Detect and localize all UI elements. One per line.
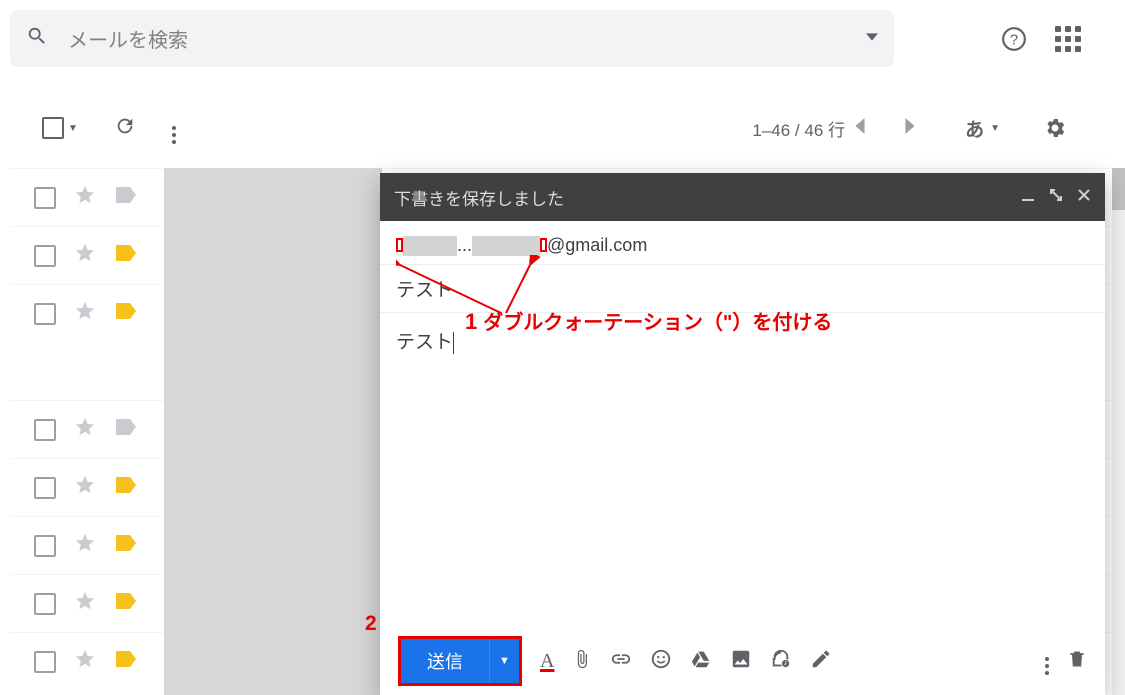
compose-title: 下書きを保存しました <box>394 185 564 210</box>
importance-icon[interactable] <box>114 648 138 675</box>
send-button[interactable]: 送信 <box>401 639 489 683</box>
attach-icon[interactable] <box>572 649 592 674</box>
minimize-icon[interactable] <box>1021 187 1035 207</box>
annotation-2: 2 <box>365 612 377 636</box>
pagination-label: 1–46 / 46 行 <box>752 100 845 156</box>
select-all-dropdown-icon[interactable]: ▼ <box>68 123 78 134</box>
row-checkbox[interactable] <box>34 593 56 615</box>
redacted-local-2 <box>472 236 540 256</box>
to-separator: ... <box>457 235 472 256</box>
compose-header[interactable]: 下書きを保存しました <box>380 173 1105 221</box>
row-checkbox[interactable] <box>34 187 56 209</box>
prev-page-icon[interactable] <box>855 118 865 139</box>
ink-icon[interactable] <box>810 648 832 675</box>
compose-toolbar: 送信 ▼ A <box>380 627 1105 695</box>
more-icon[interactable] <box>172 113 176 144</box>
scrollbar[interactable] <box>1112 168 1125 695</box>
body-field[interactable]: テスト <box>380 313 1105 627</box>
drive-icon[interactable] <box>690 648 712 675</box>
scrollbar-thumb[interactable] <box>1112 168 1125 210</box>
select-all[interactable]: ▼ <box>42 117 78 139</box>
importance-icon[interactable] <box>114 474 138 501</box>
input-method-toggle[interactable]: あ▼ <box>965 100 1000 156</box>
image-icon[interactable] <box>730 648 752 675</box>
star-icon[interactable] <box>74 416 96 443</box>
importance-icon[interactable] <box>114 532 138 559</box>
confidential-icon[interactable] <box>770 648 792 675</box>
search-icon <box>26 25 48 52</box>
importance-icon[interactable] <box>114 590 138 617</box>
to-domain: @gmail.com <box>547 235 647 256</box>
help-icon[interactable]: ? <box>1001 26 1027 57</box>
quote-mark-right <box>540 238 547 252</box>
compose-window: 下書きを保存しました ...@gmail.com テスト テスト 送信 ▼ A <box>380 173 1105 695</box>
search-options-icon[interactable] <box>866 30 878 48</box>
link-icon[interactable] <box>610 648 632 675</box>
more-options-icon[interactable] <box>1045 648 1049 675</box>
redacted-local-1 <box>403 236 457 256</box>
row-checkbox[interactable] <box>34 477 56 499</box>
text-cursor <box>453 332 454 354</box>
star-icon[interactable] <box>74 474 96 501</box>
toolbar: ▼ 1–46 / 46 行 あ▼ <box>10 100 1115 156</box>
importance-icon[interactable] <box>114 242 138 269</box>
importance-icon[interactable] <box>114 300 138 327</box>
search-bar[interactable]: メールを検索 <box>10 10 894 67</box>
close-icon[interactable] <box>1077 187 1091 207</box>
row-checkbox[interactable] <box>34 419 56 441</box>
svg-text:?: ? <box>1010 31 1018 48</box>
to-field[interactable]: ... @gmail.com <box>380 221 1105 265</box>
star-icon[interactable] <box>74 648 96 675</box>
star-icon[interactable] <box>74 300 96 327</box>
row-checkbox[interactable] <box>34 535 56 557</box>
row-checkbox[interactable] <box>34 303 56 325</box>
star-icon[interactable] <box>74 590 96 617</box>
quote-mark-left <box>396 238 403 252</box>
importance-icon[interactable] <box>114 184 138 211</box>
emoji-icon[interactable] <box>650 648 672 675</box>
row-checkbox[interactable] <box>34 651 56 673</box>
importance-icon[interactable] <box>114 416 138 443</box>
next-page-icon[interactable] <box>905 118 915 139</box>
refresh-icon[interactable] <box>114 115 136 142</box>
apps-icon[interactable] <box>1055 26 1081 52</box>
send-more-button[interactable]: ▼ <box>489 639 519 683</box>
star-icon[interactable] <box>74 242 96 269</box>
send-button-highlight: 送信 ▼ <box>398 636 522 686</box>
star-icon[interactable] <box>74 184 96 211</box>
search-placeholder: メールを検索 <box>68 24 866 53</box>
annotation-1: 1ダブルクォーテーション（"）を付ける <box>465 306 832 335</box>
star-icon[interactable] <box>74 532 96 559</box>
fullscreen-icon[interactable] <box>1049 187 1063 207</box>
settings-icon[interactable] <box>1043 100 1067 156</box>
row-checkbox[interactable] <box>34 245 56 267</box>
format-text-icon[interactable]: A <box>540 650 554 673</box>
list-preview-shade <box>164 168 382 695</box>
select-all-checkbox[interactable] <box>42 117 64 139</box>
discard-icon[interactable] <box>1067 648 1087 675</box>
